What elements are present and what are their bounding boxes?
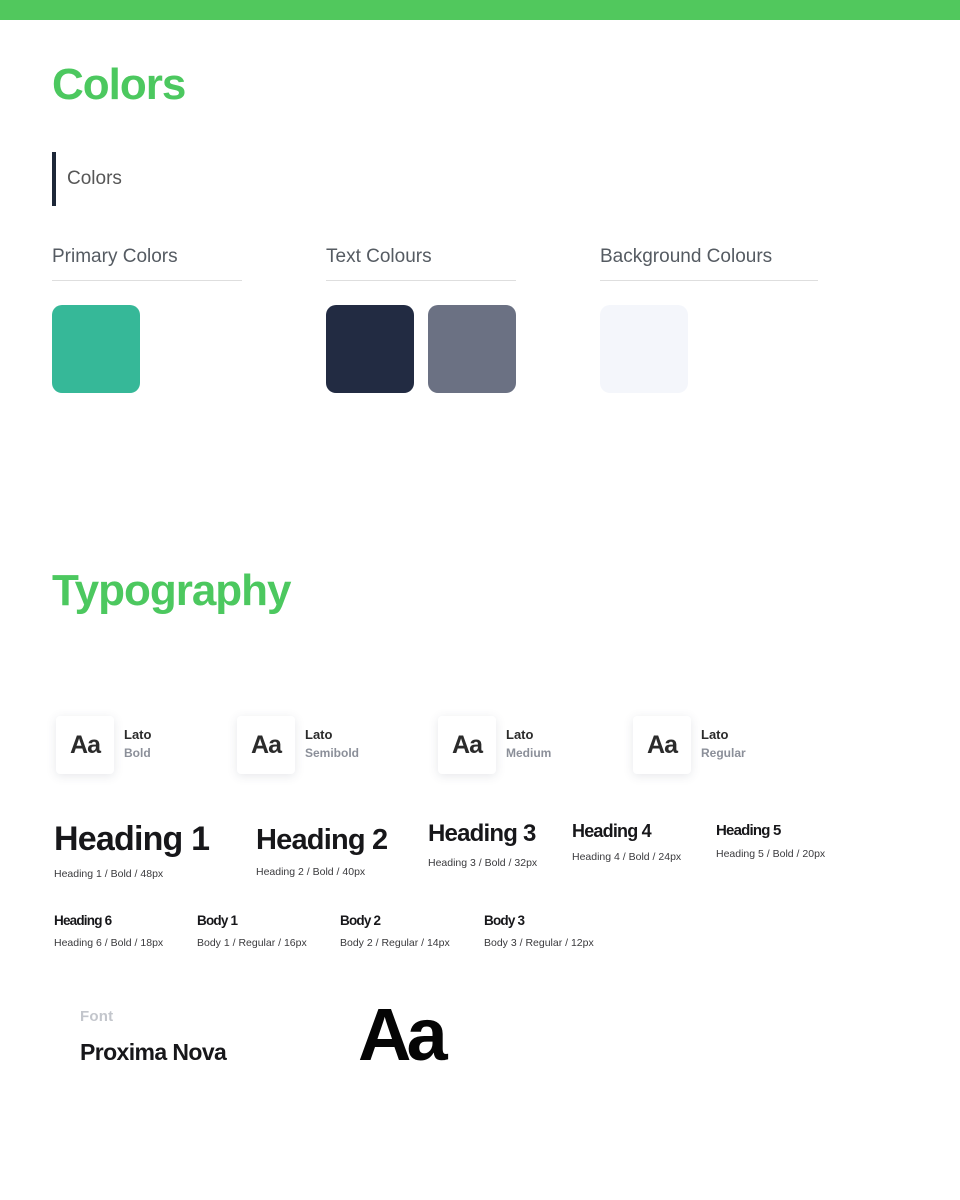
font-weight-meta: Lato Medium <box>506 726 551 764</box>
color-group-rule <box>326 280 516 281</box>
specimen-description: Heading 5 / Bold / 20px <box>716 848 826 860</box>
font-weight-meta: Lato Semibold <box>305 726 359 764</box>
font-weight-card-bold[interactable]: Aa Lato Bold <box>56 716 151 774</box>
specimen-name: Heading 4 <box>572 821 652 841</box>
type-specimen-heading-4: Heading 4 Heading 4 / Bold / 24px <box>572 821 681 863</box>
aa-specimen-icon: Aa <box>438 716 496 774</box>
top-accent-bar <box>0 0 960 20</box>
aa-glyph: Aa <box>251 730 282 759</box>
aa-specimen-icon: Aa <box>237 716 295 774</box>
swatch-row <box>326 305 516 393</box>
aa-specimen-icon: Aa <box>633 716 691 774</box>
type-specimen-heading-2: Heading 2 Heading 2 / Bold / 40px <box>256 824 388 878</box>
specimen-description: Body 3 / Regular / 12px <box>484 937 594 949</box>
font-family-label: Lato <box>506 726 534 742</box>
type-specimen-body-3: Body 3 Body 3 / Regular / 12px <box>484 913 594 949</box>
colors-sub-label-text: Colors <box>67 168 122 189</box>
aa-specimen-icon: Aa <box>56 716 114 774</box>
specimen-name: Body 3 <box>484 913 525 928</box>
colors-sub-label: Colors <box>52 152 122 206</box>
swatch-row <box>600 305 818 393</box>
font-weight-meta: Lato Regular <box>701 726 746 764</box>
font-block: Font Proxima Nova <box>80 1008 227 1066</box>
specimen-name: Body 2 <box>340 913 381 928</box>
specimen-name: Heading 3 <box>428 820 536 847</box>
swatch-row <box>52 305 242 393</box>
type-specimen-body-2: Body 2 Body 2 / Regular / 14px <box>340 913 450 949</box>
specimen-name: Body 1 <box>197 913 238 928</box>
font-style-label: Semibold <box>305 745 360 760</box>
color-group-title: Text Colours <box>326 246 432 267</box>
specimen-name: Heading 5 <box>716 822 781 839</box>
color-swatch-text-navy[interactable] <box>326 305 414 393</box>
specimen-description: Heading 2 / Bold / 40px <box>256 866 366 878</box>
aa-glyph: Aa <box>647 730 678 759</box>
font-family-label: Lato <box>305 726 333 742</box>
font-style-label: Regular <box>701 745 746 760</box>
specimen-name: Heading 2 <box>256 824 388 856</box>
type-specimen-heading-3: Heading 3 Heading 3 / Bold / 32px <box>428 820 537 869</box>
font-block-kicker: Font <box>80 1008 114 1025</box>
specimen-description: Heading 3 / Bold / 32px <box>428 857 538 869</box>
color-group-background: Background Colours <box>600 246 818 393</box>
specimen-name: Heading 1 <box>54 820 210 858</box>
font-block-aa-glyph: Aa <box>358 993 448 1076</box>
specimen-description: Body 1 / Regular / 16px <box>197 937 307 949</box>
aa-glyph: Aa <box>452 730 483 759</box>
page-title-colors: Colors <box>52 60 186 109</box>
font-family-label: Lato <box>701 726 729 742</box>
specimen-name: Heading 6 <box>54 913 112 928</box>
font-style-label: Medium <box>506 745 552 760</box>
type-specimen-body-1: Body 1 Body 1 / Regular / 16px <box>197 913 307 949</box>
specimen-description: Heading 6 / Bold / 18px <box>54 937 164 949</box>
font-weight-card-semibold[interactable]: Aa Lato Semibold <box>237 716 359 774</box>
specimen-description: Heading 1 / Bold / 48px <box>54 868 164 880</box>
color-group-text: Text Colours <box>326 246 516 393</box>
color-group-title: Primary Colors <box>52 246 178 267</box>
color-swatch-text-grey[interactable] <box>428 305 516 393</box>
color-swatch-primary-teal[interactable] <box>52 305 140 393</box>
page-title-typography: Typography <box>52 566 292 615</box>
color-group-rule <box>600 280 818 281</box>
color-group-rule <box>52 280 242 281</box>
specimen-description: Body 2 / Regular / 14px <box>340 937 450 949</box>
font-weight-card-regular[interactable]: Aa Lato Regular <box>633 716 746 774</box>
color-group-title: Background Colours <box>600 246 773 267</box>
style-guide-page: Colors Colors Primary Colors Text Colour… <box>0 0 960 1200</box>
color-swatch-background-offwhite[interactable] <box>600 305 688 393</box>
font-block-name: Proxima Nova <box>80 1039 227 1065</box>
type-specimen-heading-1: Heading 1 Heading 1 / Bold / 48px <box>54 820 210 880</box>
type-specimen-heading-5: Heading 5 Heading 5 / Bold / 20px <box>716 822 825 860</box>
color-group-primary: Primary Colors <box>52 246 242 393</box>
font-style-label: Bold <box>124 745 151 760</box>
font-weight-card-medium[interactable]: Aa Lato Medium <box>438 716 551 774</box>
specimen-description: Heading 4 / Bold / 24px <box>572 851 682 863</box>
font-family-label: Lato <box>124 726 152 742</box>
font-weight-meta: Lato Bold <box>124 726 151 764</box>
aa-glyph: Aa <box>70 730 101 759</box>
type-specimen-heading-6: Heading 6 Heading 6 / Bold / 18px <box>54 913 163 949</box>
